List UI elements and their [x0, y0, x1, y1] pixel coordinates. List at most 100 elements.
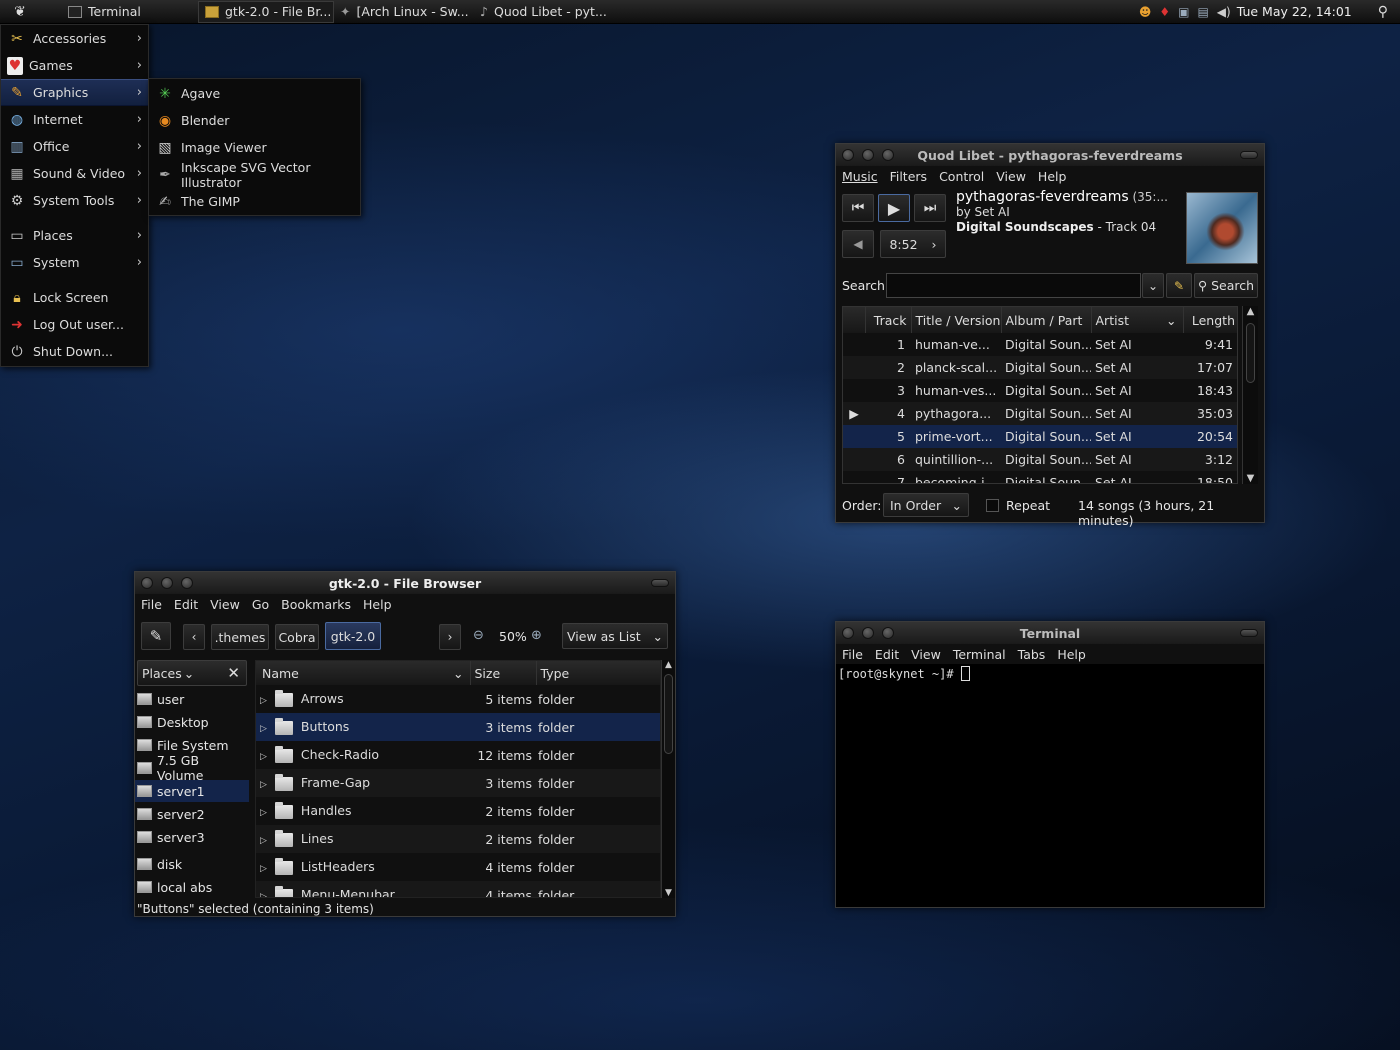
path-button-gtk[interactable]: gtk-2.0: [325, 622, 381, 650]
volume-icon[interactable]: ◀): [1217, 5, 1231, 19]
clear-search-button[interactable]: ✎: [1166, 273, 1192, 298]
menu-item-lock-screen[interactable]: 🔒︎ Lock Screen: [1, 284, 148, 311]
column-size[interactable]: Size: [470, 661, 537, 685]
menu-item-internet[interactable]: ◍ Internet ›: [1, 106, 148, 133]
ruby-icon[interactable]: ♦: [1159, 5, 1170, 19]
taskbar-quodlibet[interactable]: ♪ Quod Libet - pyt...: [474, 1, 614, 23]
clock[interactable]: Tue May 22, 14:01: [1237, 4, 1352, 19]
location-toggle-button[interactable]: ✎: [141, 622, 171, 650]
shade-button[interactable]: [181, 577, 193, 589]
menu-item-sound-video[interactable]: ▦ Sound & Video ›: [1, 160, 148, 187]
expander-icon[interactable]: ▷: [260, 780, 267, 790]
column-artist[interactable]: Artist ⌄: [1091, 307, 1184, 333]
menu-view[interactable]: View: [996, 169, 1026, 184]
menu-edit[interactable]: Edit: [875, 647, 899, 662]
expander-icon[interactable]: ▷: [260, 892, 267, 897]
close-button[interactable]: [842, 149, 854, 161]
menu-view[interactable]: View: [911, 647, 941, 662]
menu-terminal[interactable]: Terminal: [953, 647, 1006, 662]
sidebar-place-item[interactable]: server1: [135, 780, 249, 802]
menu-music[interactable]: Music: [842, 169, 878, 184]
file-browser-titlebar[interactable]: gtk-2.0 - File Browser: [135, 572, 675, 594]
song-row[interactable]: 3 human-ves... Digital Soun... Set AI 18:43: [843, 379, 1237, 402]
quodlibet-titlebar[interactable]: Quod Libet - pythagoras-feverdreams: [836, 144, 1264, 166]
song-row[interactable]: 5 prime-vort... Digital Soun... Set AI 20:54: [843, 425, 1237, 448]
file-row[interactable]: ▷ Buttons 3 items folder: [256, 713, 660, 741]
menu-go[interactable]: Go: [252, 597, 269, 612]
menu-item-office[interactable]: ▥ Office ›: [1, 133, 148, 160]
menu-file[interactable]: File: [842, 647, 863, 662]
path-button-cobra[interactable]: Cobra: [275, 624, 319, 650]
path-forward-button[interactable]: ›: [439, 624, 461, 650]
sidebar-place-item[interactable]: server2: [135, 803, 249, 825]
menu-item-places[interactable]: ▭ Places ›: [1, 222, 148, 249]
search-icon[interactable]: ⚲: [1378, 4, 1388, 20]
search-input[interactable]: [886, 273, 1141, 298]
menu-item-blender[interactable]: ◉ Blender: [149, 107, 360, 134]
expander-icon[interactable]: ▷: [260, 696, 267, 706]
shade-button[interactable]: [882, 627, 894, 639]
file-row[interactable]: ▷ Lines 2 items folder: [256, 825, 660, 853]
sidebar-place-item[interactable]: local abs: [135, 876, 249, 898]
menu-item-gimp[interactable]: ✍ The GIMP: [149, 188, 360, 215]
song-list-scrollbar[interactable]: ▲ ▼: [1242, 306, 1258, 484]
zoom-out-icon[interactable]: ⊖: [473, 628, 484, 643]
clipboard-icon[interactable]: ▣: [1178, 5, 1189, 19]
menu-item-accessories[interactable]: ✂ Accessories ›: [1, 25, 148, 52]
close-button[interactable]: [141, 577, 153, 589]
column-album[interactable]: Album / Part: [1001, 307, 1092, 333]
file-row[interactable]: ▷ Check-Radio 12 items folder: [256, 741, 660, 769]
sidebar-place-item[interactable]: Desktop: [135, 711, 249, 733]
menu-bookmarks[interactable]: Bookmarks: [281, 597, 351, 612]
menu-item-system[interactable]: ▭ System ›: [1, 249, 148, 276]
menu-file[interactable]: File: [141, 597, 162, 612]
sidebar-place-item[interactable]: user: [135, 688, 249, 710]
menu-item-shut-down[interactable]: ⏻ Shut Down...: [1, 338, 148, 365]
column-length[interactable]: Length: [1183, 307, 1237, 333]
file-row[interactable]: ▷ Frame-Gap 3 items folder: [256, 769, 660, 797]
column-type[interactable]: Type: [536, 661, 660, 685]
menu-help[interactable]: Help: [363, 597, 392, 612]
menu-filters[interactable]: Filters: [890, 169, 927, 184]
scroll-down-icon[interactable]: ▼: [662, 888, 675, 898]
song-row[interactable]: 6 quintillion-... Digital Soun... Set AI 3:1…: [843, 448, 1237, 471]
menu-item-system-tools[interactable]: ⚙ System Tools ›: [1, 187, 148, 214]
menu-control[interactable]: Control: [939, 169, 984, 184]
file-row[interactable]: ▷ Handles 2 items folder: [256, 797, 660, 825]
close-sidebar-icon[interactable]: ✕: [227, 664, 240, 682]
menu-tabs[interactable]: Tabs: [1018, 647, 1046, 662]
taskbar-file-browser[interactable]: gtk-2.0 - File Br...: [198, 0, 334, 23]
column-indicator[interactable]: [843, 307, 866, 333]
path-back-button[interactable]: ‹: [183, 624, 205, 650]
view-mode-select[interactable]: View as List ⌄: [562, 623, 668, 649]
menu-help[interactable]: Help: [1057, 647, 1086, 662]
column-title[interactable]: Title / Version: [911, 307, 1002, 333]
menu-item-inkscape[interactable]: ✒ Inkscape SVG Vector Illustrator: [149, 160, 360, 190]
network-icon[interactable]: ▤: [1197, 5, 1208, 19]
maximize-button[interactable]: [651, 579, 669, 587]
song-row[interactable]: 2 planck-scal... Digital Soun... Set AI 17:0…: [843, 356, 1237, 379]
sidebar-place-item[interactable]: server3: [135, 826, 249, 848]
menu-help[interactable]: Help: [1038, 169, 1067, 184]
terminal-screen[interactable]: [root@skynet ~]#: [836, 664, 1264, 683]
song-row[interactable]: 7 becoming-i... Digital Soun... Set AI 18:50: [843, 471, 1237, 483]
file-row[interactable]: ▷ Arrows 5 items folder: [256, 685, 660, 713]
expander-icon[interactable]: ▷: [260, 724, 267, 734]
song-row[interactable]: ▶ 4 pythagora... Digital Soun... Set AI 35:03: [843, 402, 1237, 425]
expander-icon[interactable]: ▷: [260, 864, 267, 874]
arch-logo-icon[interactable]: ❦: [0, 0, 40, 24]
expander-icon[interactable]: ▷: [260, 752, 267, 762]
next-button[interactable]: ⏭: [914, 194, 946, 222]
menu-item-graphics[interactable]: ✎ Graphics ›: [1, 79, 148, 106]
volume-button[interactable]: ◀: [842, 230, 874, 258]
zoom-level[interactable]: 50%: [499, 629, 527, 644]
seek-button[interactable]: 8:52 ›: [880, 230, 946, 258]
scroll-up-icon[interactable]: ▲: [662, 660, 675, 670]
menu-item-agave[interactable]: ✳ Agave: [149, 80, 360, 107]
repeat-label[interactable]: Repeat: [1006, 498, 1050, 513]
sidebar-place-item[interactable]: disk: [135, 853, 249, 875]
previous-button[interactable]: ⏮: [842, 194, 874, 222]
search-history-dropdown[interactable]: ⌄: [1142, 273, 1164, 298]
minimize-button[interactable]: [862, 627, 874, 639]
order-select[interactable]: In Order ⌄: [883, 493, 969, 517]
